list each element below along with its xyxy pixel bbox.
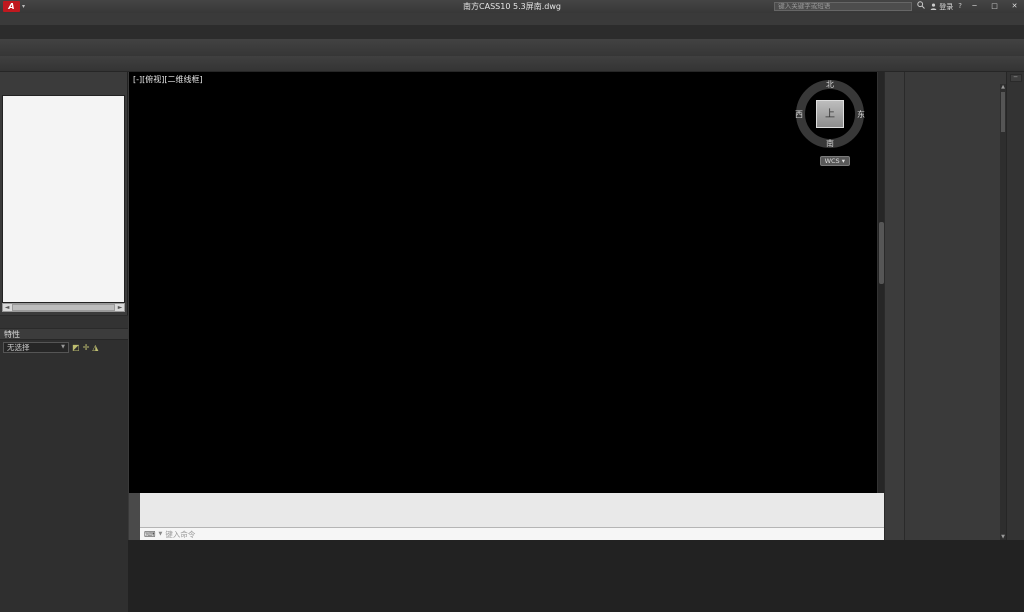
scroll-thumb[interactable] [12, 304, 115, 311]
recent-commands-chevron-icon[interactable]: ▼ [159, 531, 163, 537]
application-window: A ▾ 南方CASS10 5.3屏南.dwg 键入关键字或短语 登录 ? ─ □… [0, 0, 1024, 540]
menu-bar [0, 13, 1024, 26]
compass-north[interactable]: 北 [792, 79, 868, 90]
viewport-label[interactable]: [-][俯视][二维线框] [133, 74, 203, 85]
compass-south[interactable]: 南 [792, 138, 868, 149]
symbol-palette: ▲ ▼ [904, 72, 1006, 540]
view-compass[interactable]: 北 南 西 东 上 [792, 76, 868, 152]
compass-west[interactable]: 西 [795, 109, 803, 120]
command-input[interactable]: ⌨ ▼ 键入命令 [140, 527, 884, 540]
quick-select-icon[interactable]: ◩ [72, 343, 80, 352]
user-icon [930, 3, 937, 10]
layer-toolbar [0, 72, 127, 93]
properties-title: 特性 [0, 329, 128, 340]
drawing-area[interactable]: [-][俯视][二维线框] 北 南 西 东 上 WCS ▾ [129, 72, 884, 493]
scroll-right-icon[interactable]: ► [116, 304, 124, 311]
login-button[interactable]: 登录 [930, 2, 953, 12]
drawing-vscrollbar[interactable] [877, 72, 884, 493]
help-icon[interactable]: ? [958, 2, 962, 11]
maximize-button[interactable]: □ [987, 1, 1002, 12]
compass-top-face[interactable]: 上 [816, 100, 844, 128]
scroll-left-icon[interactable]: ◄ [3, 304, 11, 311]
command-placeholder: 键入命令 [165, 529, 195, 540]
compass-east[interactable]: 东 [857, 109, 865, 120]
file-tab-bar [0, 26, 1024, 39]
command-side-strip [129, 493, 140, 540]
app-logo-icon[interactable]: A [3, 1, 20, 12]
layer-list-hscrollbar[interactable]: ◄ ► [2, 303, 125, 312]
title-bar: A ▾ 南方CASS10 5.3屏南.dwg 键入关键字或短语 登录 ? ─ □… [0, 0, 1024, 13]
scroll-thumb[interactable] [1001, 92, 1005, 132]
toolbar-main [0, 39, 1024, 56]
layer-list [2, 95, 125, 303]
palette-header-icons [905, 72, 1006, 84]
infocenter-search-input[interactable]: 键入关键字或短语 [774, 2, 912, 11]
select-objects-icon[interactable]: ◮ [92, 343, 98, 352]
pick-point-icon[interactable]: ✛ [83, 343, 90, 352]
left-panel: ◄ ► 特性 无选择▼ ◩ ✛ ◮ [0, 72, 128, 540]
close-button[interactable]: ✕ [1007, 1, 1022, 12]
search-icon[interactable] [917, 1, 925, 12]
collapse-strip-icon[interactable]: ─ [1010, 74, 1022, 82]
quick-access-chevron-icon[interactable]: ▾ [22, 3, 25, 10]
command-area: ⌨ ▼ 键入命令 [129, 493, 884, 540]
keyboard-icon: ⌨ [144, 530, 156, 539]
minimize-button[interactable]: ─ [967, 1, 982, 12]
category-tab-strip: ─ [1006, 72, 1024, 540]
palette-grid: ▲ ▼ [905, 84, 1006, 540]
map-canvas[interactable] [129, 72, 877, 493]
selection-dropdown[interactable]: 无选择▼ [3, 342, 69, 353]
wcs-dropdown[interactable]: WCS ▾ [820, 156, 850, 166]
command-history [140, 493, 884, 527]
right-tool-strip [884, 72, 904, 540]
left-panel-tabs [0, 315, 128, 329]
toolbar-secondary [0, 56, 1024, 72]
properties-panel: 特性 无选择▼ ◩ ✛ ◮ [0, 329, 128, 612]
